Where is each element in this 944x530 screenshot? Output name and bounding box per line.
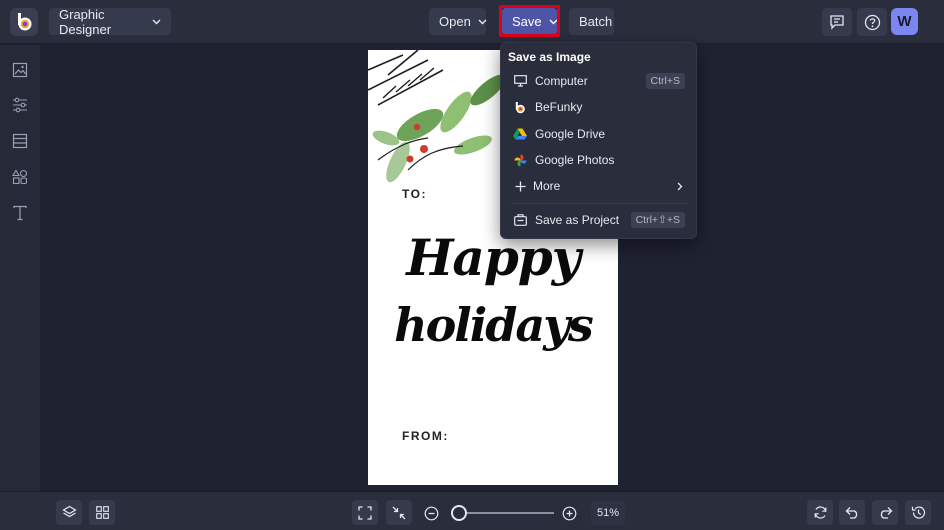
menu-item-computer[interactable]: Computer Ctrl+S	[501, 69, 698, 93]
refresh-button[interactable]	[807, 500, 833, 525]
from-label: FROM:	[402, 429, 449, 443]
grid-button[interactable]	[89, 500, 115, 525]
menu-item-label: More	[533, 179, 561, 193]
user-avatar[interactable]: W	[891, 8, 918, 35]
menu-item-more[interactable]: More	[501, 174, 698, 198]
history-button[interactable]	[905, 500, 931, 525]
zoom-slider-handle[interactable]	[451, 505, 467, 521]
layers-icon	[61, 505, 77, 520]
undo-button[interactable]	[839, 500, 865, 525]
zoom-in-icon[interactable]	[560, 504, 578, 522]
image-icon[interactable]	[10, 60, 30, 80]
menu-item-befunky[interactable]: BeFunky	[501, 95, 698, 119]
sliders-icon[interactable]	[10, 95, 30, 115]
menu-heading: Save as Image	[508, 50, 591, 64]
chevron-down-icon	[549, 19, 558, 25]
batch-button[interactable]: Batch	[569, 8, 614, 35]
menu-item-label: Save as Project	[535, 213, 620, 227]
grid-icon	[95, 506, 109, 519]
bottom-bar: 51%	[0, 491, 944, 530]
monitor-icon	[513, 74, 527, 88]
fit-to-screen-button[interactable]	[352, 500, 378, 525]
menu-item-google-photos[interactable]: Google Photos	[501, 148, 698, 172]
undo-icon	[845, 506, 860, 519]
save-dropdown-menu: Save as Image Computer Ctrl+S BeFunky Go…	[500, 42, 697, 239]
layers-button[interactable]	[56, 500, 82, 525]
chevron-right-icon	[677, 182, 683, 191]
google-photos-icon	[513, 153, 527, 167]
history-icon	[911, 505, 926, 520]
comment-icon	[829, 14, 845, 30]
text-icon[interactable]	[10, 203, 30, 223]
menu-divider	[511, 203, 688, 204]
zoom-slider-track[interactable]	[454, 512, 554, 514]
save-button[interactable]: Save	[502, 8, 558, 35]
left-tool-rail	[0, 45, 40, 491]
project-icon	[513, 213, 527, 227]
menu-item-label: Google Drive	[535, 127, 606, 141]
layout-icon[interactable]	[10, 131, 30, 151]
redo-icon	[878, 506, 893, 519]
chevron-down-icon	[152, 19, 161, 25]
chevron-down-icon	[478, 19, 487, 25]
batch-label: Batch	[579, 14, 613, 29]
shortcut-badge: Ctrl+S	[645, 73, 685, 89]
plus-icon	[513, 179, 527, 193]
actual-size-button[interactable]	[386, 500, 412, 525]
help-icon	[864, 14, 881, 31]
befunky-logo[interactable]	[10, 8, 38, 36]
menu-item-label: BeFunky	[535, 100, 583, 114]
comments-button[interactable]	[822, 8, 852, 36]
collapse-icon	[392, 506, 406, 520]
menu-item-label: Computer	[535, 74, 588, 88]
open-button[interactable]: Open	[429, 8, 487, 35]
to-label: TO:	[402, 187, 427, 201]
zoom-out-icon[interactable]	[422, 504, 440, 522]
graphic-designer-label: Graphic Designer	[59, 6, 112, 37]
zoom-percentage[interactable]: 51%	[591, 501, 625, 525]
befunky-icon	[513, 100, 527, 114]
shapes-icon[interactable]	[10, 167, 30, 187]
graphic-designer-dropdown[interactable]: Graphic Designer	[49, 6, 171, 37]
menu-item-label: Google Photos	[535, 153, 615, 167]
headline-holidays: holidays	[394, 298, 594, 352]
top-bar: Graphic Designer Open Save Batch W	[0, 0, 944, 44]
open-label: Open	[439, 14, 471, 29]
shortcut-badge: Ctrl+⇧+S	[630, 212, 685, 228]
menu-item-save-as-project[interactable]: Save as Project Ctrl+⇧+S	[501, 208, 698, 232]
expand-icon	[358, 505, 372, 520]
save-label: Save	[512, 14, 542, 29]
refresh-icon	[813, 505, 828, 520]
redo-button[interactable]	[872, 500, 898, 525]
help-button[interactable]	[857, 8, 887, 36]
google-drive-icon	[513, 127, 527, 141]
menu-item-google-drive[interactable]: Google Drive	[501, 122, 698, 146]
